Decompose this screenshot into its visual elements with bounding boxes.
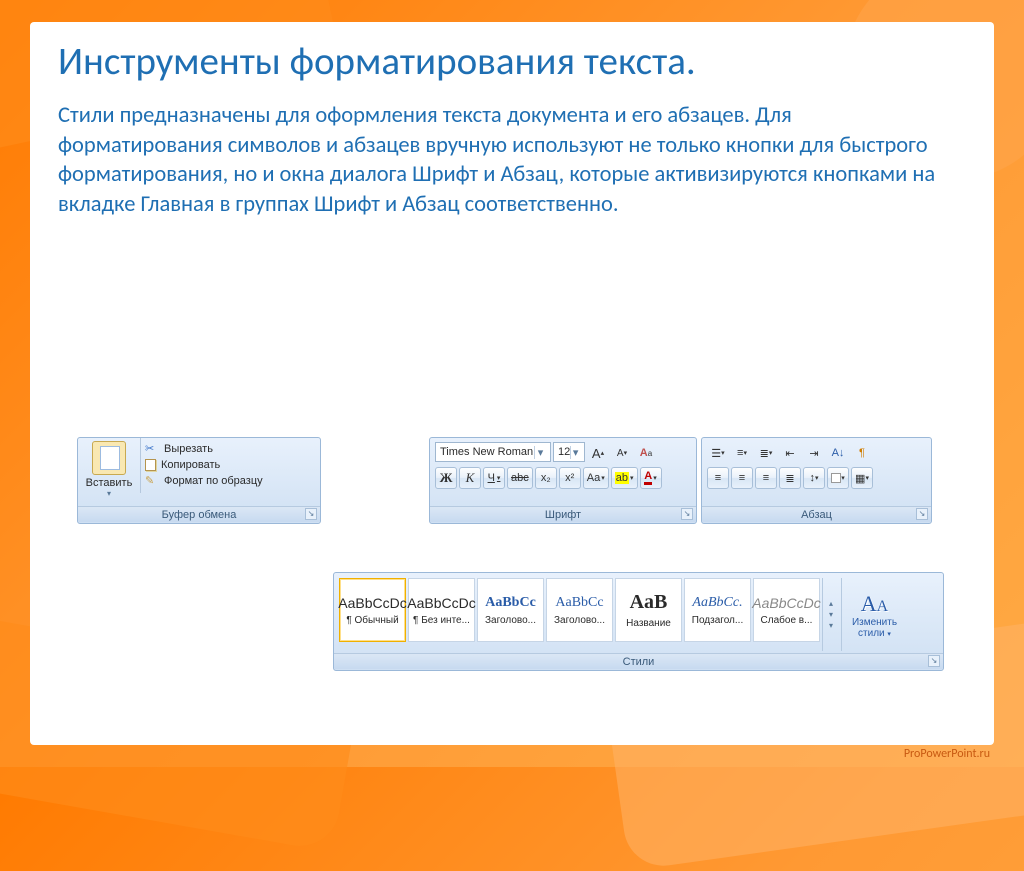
italic-button[interactable]: К xyxy=(459,467,481,489)
font-group-label: Шрифт xyxy=(430,506,696,522)
format-painter-label: Формат по образцу xyxy=(164,475,263,487)
font-name-combo[interactable]: Times New Roman ▾ xyxy=(435,442,551,462)
style-name: Заголово... xyxy=(485,615,536,626)
style-sample: AaBbCcDc xyxy=(752,595,820,611)
justify-button[interactable]: ≣ xyxy=(779,467,801,489)
paste-label: Вставить xyxy=(86,477,133,489)
style-tile[interactable]: AaBbCc Заголово... xyxy=(477,578,544,642)
numbering-button[interactable]: ≡▾ xyxy=(731,442,753,464)
highlight-button[interactable]: ab▾ xyxy=(611,467,638,489)
style-sample: AaBbCcDc xyxy=(407,595,475,611)
sort-button[interactable]: A↓ xyxy=(827,442,849,464)
style-tile[interactable]: AaBbCc. Подзагол... xyxy=(684,578,751,642)
paste-button[interactable]: Вставить ▾ xyxy=(78,438,140,506)
bold-button[interactable]: Ж xyxy=(435,467,457,489)
copy-icon xyxy=(145,459,156,471)
style-name: ¶ Без инте... xyxy=(413,615,470,626)
ribbon-clipboard: Вставить ▾ ✂ Вырезать Копировать ✎ Форма… xyxy=(77,437,321,524)
slide-body: Стили предназначены для оформления текст… xyxy=(58,101,958,220)
grow-font-button[interactable]: A▴ xyxy=(587,442,609,464)
clear-format-button[interactable]: Aa xyxy=(635,442,657,464)
style-tile[interactable]: AaB Название xyxy=(615,578,682,642)
superscript-button[interactable]: x² xyxy=(559,467,581,489)
change-styles-label: Изменить стили ▾ xyxy=(842,617,907,639)
show-marks-button[interactable]: ¶ xyxy=(851,442,873,464)
watermark: ProPowerPoint.ru xyxy=(904,747,990,761)
style-sample: AaBbCcDc xyxy=(338,595,406,611)
style-sample: AaB xyxy=(630,591,668,614)
para-launcher-icon[interactable]: ↘ xyxy=(916,508,928,520)
font-name-value: Times New Roman xyxy=(440,446,533,458)
ribbon-paragraph: ☰▾ ≡▾ ≣▾ ⇤ ⇥ A↓ ¶ ≡ ≡ ≡ ≣ ↕▾ ▾ ▦▾ Абзац … xyxy=(701,437,932,524)
strike-button[interactable]: abc xyxy=(507,467,533,489)
bullets-button[interactable]: ☰▾ xyxy=(707,442,729,464)
style-sample: AaBbCc. xyxy=(692,595,742,611)
style-tile[interactable]: AaBbCcDc ¶ Обычный xyxy=(339,578,406,642)
line-spacing-button[interactable]: ↕▾ xyxy=(803,467,825,489)
style-tile[interactable]: AaBbCcDc Слабое в... xyxy=(753,578,820,642)
ribbon-font: Times New Roman ▾ 12 ▾ A▴ A▾ Aa Ж К Ч▾ a… xyxy=(429,437,697,524)
paste-icon xyxy=(92,441,126,475)
copy-button[interactable]: Копировать xyxy=(145,459,316,471)
shrink-font-button[interactable]: A▾ xyxy=(611,442,633,464)
font-color-button[interactable]: A▾ xyxy=(640,467,662,489)
brush-icon: ✎ xyxy=(145,474,159,488)
style-tile[interactable]: AaBbCcDc ¶ Без инте... xyxy=(408,578,475,642)
copy-label: Копировать xyxy=(161,459,220,471)
slide-card: Инструменты форматирования текста. Стили… xyxy=(30,22,994,745)
cut-button[interactable]: ✂ Вырезать xyxy=(145,442,316,456)
style-name: Название xyxy=(626,618,671,629)
style-sample: AaBbCc xyxy=(485,595,536,611)
scissors-icon: ✂ xyxy=(145,442,159,456)
slide-title: Инструменты форматирования текста. xyxy=(58,40,966,85)
clipboard-group-label: Буфер обмена xyxy=(78,506,320,522)
font-size-value: 12 xyxy=(558,446,570,458)
ribbon-styles: AaBbCcDc¶ ОбычныйAaBbCcDc¶ Без инте...Aa… xyxy=(333,572,944,671)
font-launcher-icon[interactable]: ↘ xyxy=(681,508,693,520)
cut-label: Вырезать xyxy=(164,443,213,455)
subscript-button[interactable]: x₂ xyxy=(535,467,557,489)
style-name: Подзагол... xyxy=(692,615,743,626)
styles-expand[interactable]: ▴▾▾ xyxy=(822,578,839,651)
shading-button[interactable]: ▾ xyxy=(827,467,849,489)
align-right-button[interactable]: ≡ xyxy=(755,467,777,489)
style-tile[interactable]: AaBbCc Заголово... xyxy=(546,578,613,642)
borders-button[interactable]: ▦▾ xyxy=(851,467,873,489)
align-left-button[interactable]: ≡ xyxy=(707,467,729,489)
styles-group-label: Стили xyxy=(334,653,943,669)
format-painter-button[interactable]: ✎ Формат по образцу xyxy=(145,474,316,488)
font-size-combo[interactable]: 12 ▾ xyxy=(553,442,585,462)
styles-launcher-icon[interactable]: ↘ xyxy=(928,655,940,667)
change-case-button[interactable]: Aa▾ xyxy=(583,467,609,489)
indent-dec-button[interactable]: ⇤ xyxy=(779,442,801,464)
style-sample: AaBbCc xyxy=(555,595,603,611)
style-name: ¶ Обычный xyxy=(346,615,398,626)
align-center-button[interactable]: ≡ xyxy=(731,467,753,489)
change-styles-button[interactable]: AAИзменить стили ▾ xyxy=(841,578,907,651)
clipboard-launcher-icon[interactable]: ↘ xyxy=(305,508,317,520)
para-group-label: Абзац xyxy=(702,506,931,522)
indent-inc-button[interactable]: ⇥ xyxy=(803,442,825,464)
change-styles-icon: AA xyxy=(861,591,888,617)
underline-button[interactable]: Ч▾ xyxy=(483,467,505,489)
style-name: Слабое в... xyxy=(761,615,813,626)
multilevel-button[interactable]: ≣▾ xyxy=(755,442,777,464)
style-name: Заголово... xyxy=(554,615,605,626)
